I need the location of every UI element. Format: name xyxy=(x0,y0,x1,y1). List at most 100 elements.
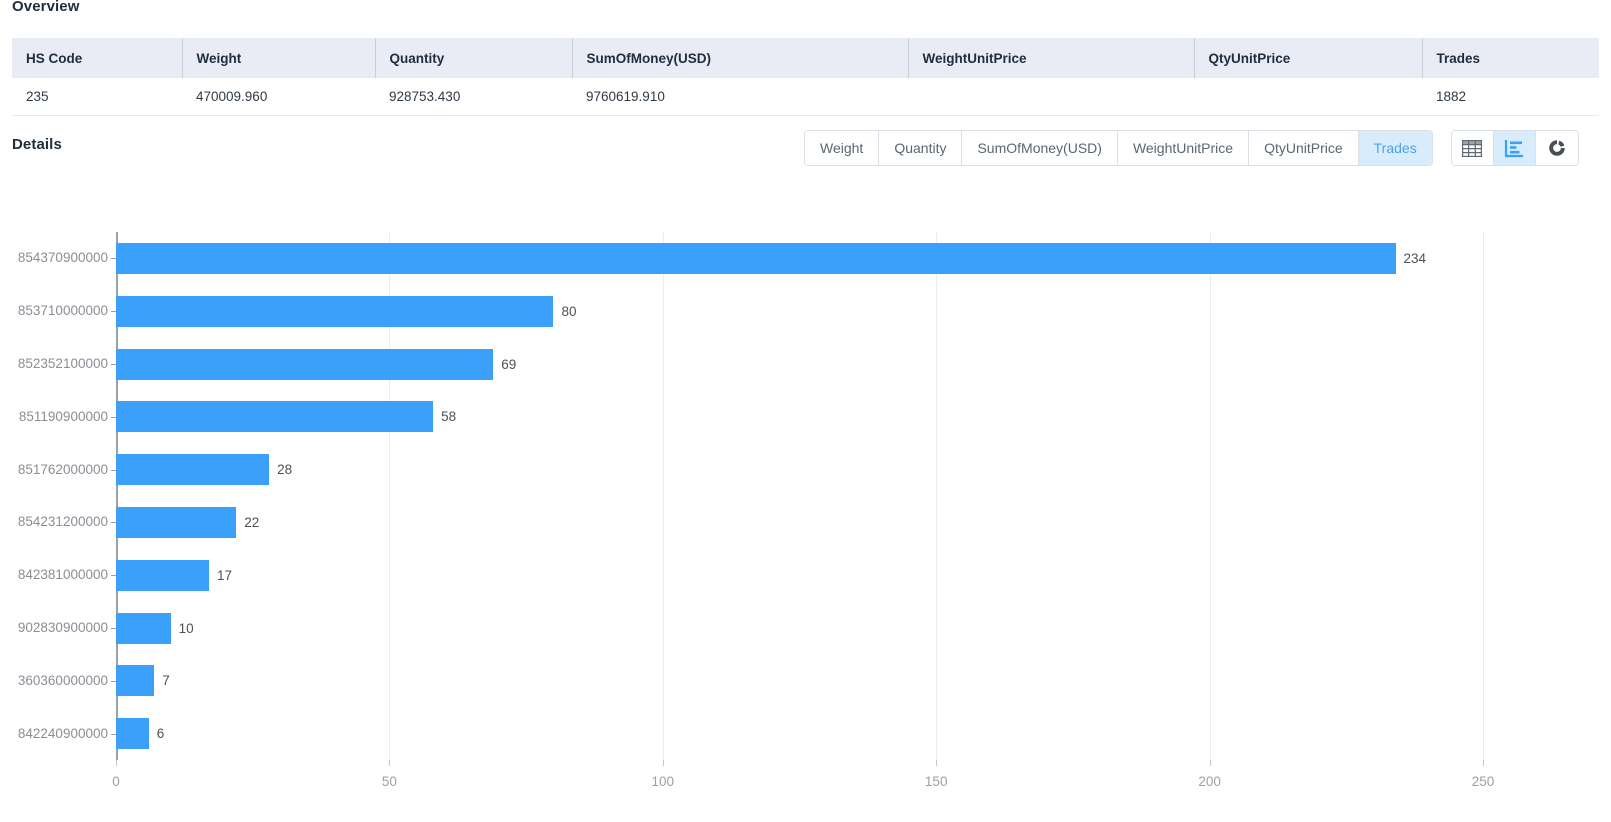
x-axis-tick-mark xyxy=(389,760,391,766)
y-axis-tick-label: 854370900000 xyxy=(17,250,108,266)
tab-qtyunitprice[interactable]: QtyUnitPrice xyxy=(1249,131,1359,165)
bar[interactable] xyxy=(116,454,270,486)
column-header-trades[interactable]: Trades xyxy=(1422,38,1599,78)
tab-label: Quantity xyxy=(894,140,947,156)
y-axis-tick-label: 852352100000 xyxy=(17,356,108,371)
bar-row: 22 xyxy=(116,496,1483,549)
x-axis-tick-mark xyxy=(116,760,117,766)
cell-sum-of-money: 9760619.910 xyxy=(572,78,908,116)
y-axis-tick-mark xyxy=(111,469,116,471)
cell-weight-unit-price xyxy=(908,78,1194,116)
bar-chart-view-icon[interactable] xyxy=(1493,131,1536,165)
x-axis-tick-label: 250 xyxy=(1471,774,1495,789)
tab-sumofmoney-usd[interactable]: SumOfMoney(USD) xyxy=(962,131,1118,165)
y-axis-tick-mark xyxy=(111,522,116,524)
x-axis-tick-mark xyxy=(1209,760,1211,766)
bar-row: 6 xyxy=(116,707,1483,760)
x-axis-tick-label: 200 xyxy=(1198,774,1221,789)
y-axis-tick-mark xyxy=(111,416,116,418)
x-axis-tick-label: 0 xyxy=(112,774,120,789)
bar-value-label: 80 xyxy=(561,303,577,319)
bar[interactable] xyxy=(116,559,209,591)
overview-title: Overview xyxy=(12,0,80,15)
chart-plot-area: 234 80 69 58 28 22 17 10 7 6 xyxy=(111,232,1484,760)
bar[interactable] xyxy=(116,243,1396,274)
bar-row: 80 xyxy=(116,285,1483,338)
donut-chart-view-icon[interactable] xyxy=(1535,131,1578,165)
column-header-qty-unit-price[interactable]: QtyUnitPrice xyxy=(1194,38,1423,78)
y-axis-tick-mark xyxy=(111,258,116,260)
cell-quantity: 928753.430 xyxy=(375,78,572,116)
table-row: 235 470009.960 928753.430 9760619.910 18… xyxy=(12,78,1599,116)
y-axis-tick-mark xyxy=(111,364,116,365)
bar-row: 7 xyxy=(116,654,1483,707)
column-header-weight-unit-price[interactable]: WeightUnitPrice xyxy=(908,38,1195,78)
bar-value-label: 58 xyxy=(441,409,457,425)
y-axis-tick-label: 851190900000 xyxy=(18,408,108,424)
bar-value-label: 22 xyxy=(244,515,260,530)
column-header-weight[interactable]: Weight xyxy=(182,38,376,78)
details-page: Overview HS Code Weight Quantity SumOfMo… xyxy=(0,0,1611,822)
y-axis-tick-label: 902830900000 xyxy=(17,620,108,635)
bar-row: 69 xyxy=(116,338,1483,391)
x-axis-tick-mark xyxy=(662,760,664,766)
bar[interactable] xyxy=(116,718,149,750)
bar-value-label: 234 xyxy=(1403,251,1427,266)
cell-weight: 470009.960 xyxy=(182,78,375,116)
bar[interactable] xyxy=(116,612,171,644)
bar-row: 17 xyxy=(116,549,1483,602)
y-axis-tick-mark xyxy=(111,733,116,735)
view-mode-group xyxy=(1450,130,1579,166)
x-axis-tick-mark xyxy=(936,760,938,766)
y-axis-tick-label: 854231200000 xyxy=(17,514,108,530)
bar-value-label: 10 xyxy=(178,620,194,636)
cell-hs-code: 235 xyxy=(12,78,182,116)
overview-table-container: HS Code Weight Quantity SumOfMoney(USD) … xyxy=(12,38,1599,116)
gridline xyxy=(1483,232,1484,760)
bar-row: 58 xyxy=(116,390,1483,443)
y-axis-tick-label: 842240900000 xyxy=(17,725,108,741)
column-header-quantity[interactable]: Quantity xyxy=(375,38,573,78)
tab-label: Weight xyxy=(820,140,864,156)
bar-value-label: 7 xyxy=(162,673,170,689)
bar[interactable] xyxy=(116,507,237,538)
y-axis-tick-mark xyxy=(111,628,116,629)
details-toolbar: Weight Quantity SumOfMoney(USD) WeightUnitP… xyxy=(804,130,1579,166)
bar-value-label: 6 xyxy=(156,726,165,742)
overview-table: HS Code Weight Quantity SumOfMoney(USD) … xyxy=(12,38,1599,116)
column-header-hs-code[interactable]: HS Code xyxy=(12,38,183,78)
bar[interactable] xyxy=(116,665,155,697)
tab-label: WeightUnitPrice xyxy=(1132,140,1234,156)
x-axis-tick-mark xyxy=(1483,760,1484,766)
x-axis-tick-label: 100 xyxy=(651,774,675,789)
trades-bar-chart: 234 80 69 58 28 22 17 10 7 6 0 50 100 150 200 250 8543… xyxy=(0,196,1611,822)
tab-weightunitprice[interactable]: WeightUnitPrice xyxy=(1117,131,1250,165)
y-axis-tick-label: 842381000000 xyxy=(17,567,108,583)
bar-value-label: 28 xyxy=(277,462,293,478)
x-axis-tick-label: 50 xyxy=(381,774,397,789)
bar-row: 28 xyxy=(116,443,1483,496)
bar-value-label: 17 xyxy=(216,567,232,583)
table-view-icon[interactable] xyxy=(1451,131,1494,165)
bar-row: 10 xyxy=(116,602,1483,655)
bar[interactable] xyxy=(116,348,494,380)
bar[interactable] xyxy=(116,401,434,433)
y-axis-tick-mark xyxy=(111,575,116,577)
metric-tab-group: Weight Quantity SumOfMoney(USD) WeightUnitP… xyxy=(804,130,1433,166)
tab-label: SumOfMoney(USD) xyxy=(977,140,1102,156)
cell-trades: 1882 xyxy=(1422,78,1599,116)
bar[interactable] xyxy=(116,295,554,327)
tab-trades[interactable]: Trades xyxy=(1358,131,1432,165)
y-axis-tick-label: 851762000000 xyxy=(17,461,108,477)
y-axis-tick-mark xyxy=(111,680,116,682)
y-axis-tick-mark xyxy=(111,311,116,313)
x-axis-tick-label: 150 xyxy=(924,774,948,789)
bar-value-label: 69 xyxy=(501,356,517,372)
y-axis-tick-label: 853710000000 xyxy=(17,303,108,319)
table-header-row: HS Code Weight Quantity SumOfMoney(USD) … xyxy=(12,38,1599,78)
tab-quantity[interactable]: Quantity xyxy=(879,131,963,165)
tab-weight[interactable]: Weight xyxy=(805,131,880,165)
cell-qty-unit-price xyxy=(1194,78,1422,116)
column-header-sum-of-money[interactable]: SumOfMoney(USD) xyxy=(572,38,909,78)
details-title: Details xyxy=(12,136,62,153)
